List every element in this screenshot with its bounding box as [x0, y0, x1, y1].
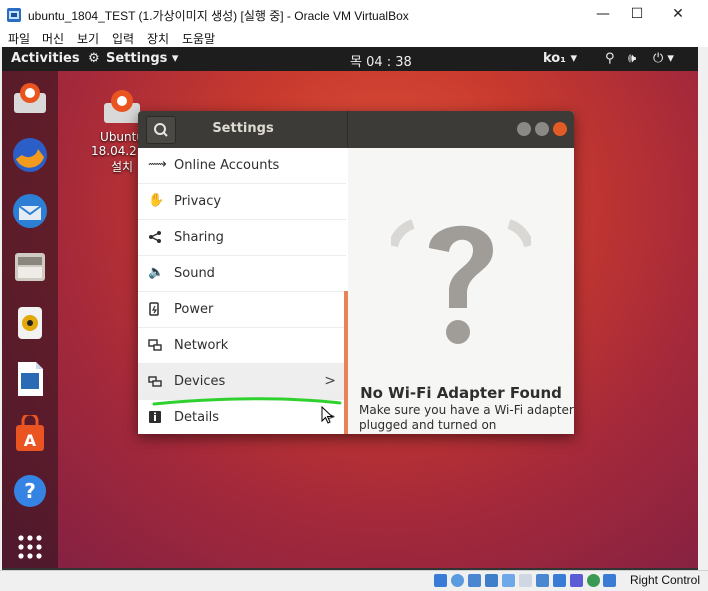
mouse-integration-status-icon[interactable]	[587, 574, 600, 587]
shared-folders-status-icon[interactable]	[519, 574, 532, 587]
question-mark-icon	[391, 219, 531, 344]
details-icon	[148, 410, 162, 424]
firefox-icon[interactable]	[10, 135, 50, 175]
sound-icon: 🔈	[148, 265, 165, 280]
app-menu[interactable]: Settings ▾	[106, 51, 178, 66]
rhythmbox-icon[interactable]	[10, 303, 50, 343]
optical-drive-status-icon[interactable]	[451, 574, 464, 587]
virtualbox-menubar: 파일 머신 보기 입력 장치 도움말	[0, 29, 708, 47]
ubuntu-software-icon[interactable]: A	[10, 412, 50, 455]
sidebar-item-label: Online Accounts	[174, 158, 280, 173]
files-icon[interactable]	[10, 247, 50, 287]
green-underline-annotation	[152, 397, 342, 406]
mouse-pointer-icon	[321, 406, 334, 424]
maximize-button[interactable]: ☐	[614, 0, 660, 29]
menu-machine[interactable]: 머신	[42, 30, 64, 47]
menu-file[interactable]: 파일	[8, 30, 30, 47]
sidebar-item-label: Network	[174, 338, 229, 353]
header-divider	[347, 111, 348, 148]
sidebar-item-label: Privacy	[174, 194, 222, 209]
help-icon[interactable]: ?	[10, 471, 50, 511]
audio-status-icon[interactable]	[468, 574, 481, 587]
sidebar-item-sound[interactable]: 🔈 Sound	[138, 256, 346, 292]
window-close-button[interactable]	[553, 122, 567, 136]
menu-view[interactable]: 보기	[77, 30, 99, 47]
gear-icon: ⚙	[88, 51, 100, 66]
clock[interactable]: 목 04 : 38	[350, 51, 412, 70]
thunderbird-icon[interactable]	[10, 191, 50, 231]
no-wifi-title: No Wi-Fi Adapter Found	[360, 384, 562, 402]
settings-sidebar: ⟿ Online Accounts ✋ Privacy Sharing 🔈 So…	[138, 148, 349, 434]
activities-button[interactable]: Activities	[11, 51, 80, 66]
window-maximize-button[interactable]	[535, 122, 549, 136]
virtualization-status-icon[interactable]	[570, 574, 583, 587]
menu-devices[interactable]: 장치	[147, 30, 169, 47]
hard-disk-status-icon[interactable]	[434, 574, 447, 587]
display-status-icon[interactable]	[536, 574, 549, 587]
sharing-icon	[148, 230, 162, 244]
network-icon	[148, 338, 162, 352]
sidebar-item-sharing[interactable]: Sharing	[138, 220, 346, 256]
sidebar-item-devices[interactable]: Devices >	[138, 364, 346, 400]
power-menu-icon[interactable]: ⏻ ▾	[653, 51, 674, 66]
volume-icon[interactable]: 🕪	[628, 51, 636, 66]
recording-status-icon[interactable]	[553, 574, 566, 587]
sidebar-item-label: Devices	[174, 374, 226, 389]
virtualbox-titlebar: ubuntu_1804_TEST (1.가상이미지 생성) [실행 중] - O…	[0, 0, 708, 30]
sidebar-item-network[interactable]: Network	[138, 328, 346, 364]
settings-window: Settings ⟿ Online Accounts ✋ Privacy Sha…	[138, 111, 574, 434]
install-ubuntu-launcher-icon[interactable]	[10, 79, 50, 119]
gnome-topbar: Activities ⚙ Settings ▾ 목 04 : 38 ko₁ ▾ …	[2, 47, 698, 71]
sidebar-item-online-accounts[interactable]: ⟿ Online Accounts	[138, 148, 346, 184]
usb-status-icon[interactable]	[502, 574, 515, 587]
search-icon	[154, 123, 168, 137]
close-button[interactable]: ✕	[655, 0, 701, 29]
sidebar-item-label: Sound	[174, 266, 215, 281]
libreoffice-writer-icon[interactable]	[10, 359, 50, 399]
sidebar-item-label: Details	[174, 410, 220, 425]
sidebar-item-privacy[interactable]: ✋ Privacy	[138, 184, 346, 220]
no-wifi-description: Make sure you have a Wi-Fi adapter plugg…	[359, 403, 574, 432]
window-minimize-button[interactable]	[517, 122, 531, 136]
virtualbox-statusbar: Right Control	[0, 570, 708, 591]
menu-help[interactable]: 도움말	[182, 30, 215, 47]
online-accounts-icon: ⟿	[148, 157, 167, 172]
devices-icon	[148, 374, 162, 388]
menu-input[interactable]: 입력	[112, 30, 134, 47]
sidebar-item-power[interactable]: Power	[138, 292, 346, 328]
svg-text:?: ?	[24, 479, 36, 503]
privacy-icon: ✋	[148, 193, 165, 208]
network-status-icon[interactable]: ⚲	[605, 51, 615, 66]
host-key-label: Right Control	[629, 573, 700, 587]
input-method-indicator[interactable]: ko₁ ▾	[543, 51, 577, 66]
guest-screen: Activities ⚙ Settings ▾ 목 04 : 38 ko₁ ▾ …	[2, 47, 698, 570]
settings-headerbar: Settings	[138, 111, 574, 148]
keyboard-capture-status-icon[interactable]	[603, 574, 616, 587]
chevron-right-icon: >	[324, 373, 336, 389]
show-applications-icon[interactable]	[10, 527, 50, 567]
sidebar-item-label: Sharing	[174, 230, 224, 245]
virtualbox-icon	[7, 8, 21, 22]
svg-text:A: A	[24, 431, 37, 450]
sidebar-item-label: Power	[174, 302, 214, 317]
network-adapter-status-icon[interactable]	[485, 574, 498, 587]
wifi-panel: No Wi-Fi Adapter Found Make sure you hav…	[348, 148, 574, 434]
settings-title: Settings	[212, 121, 274, 136]
dock: A ?	[2, 71, 58, 570]
power-icon	[148, 302, 162, 316]
search-button[interactable]	[146, 116, 176, 144]
window-title: ubuntu_1804_TEST (1.가상이미지 생성) [실행 중] - O…	[28, 9, 409, 23]
